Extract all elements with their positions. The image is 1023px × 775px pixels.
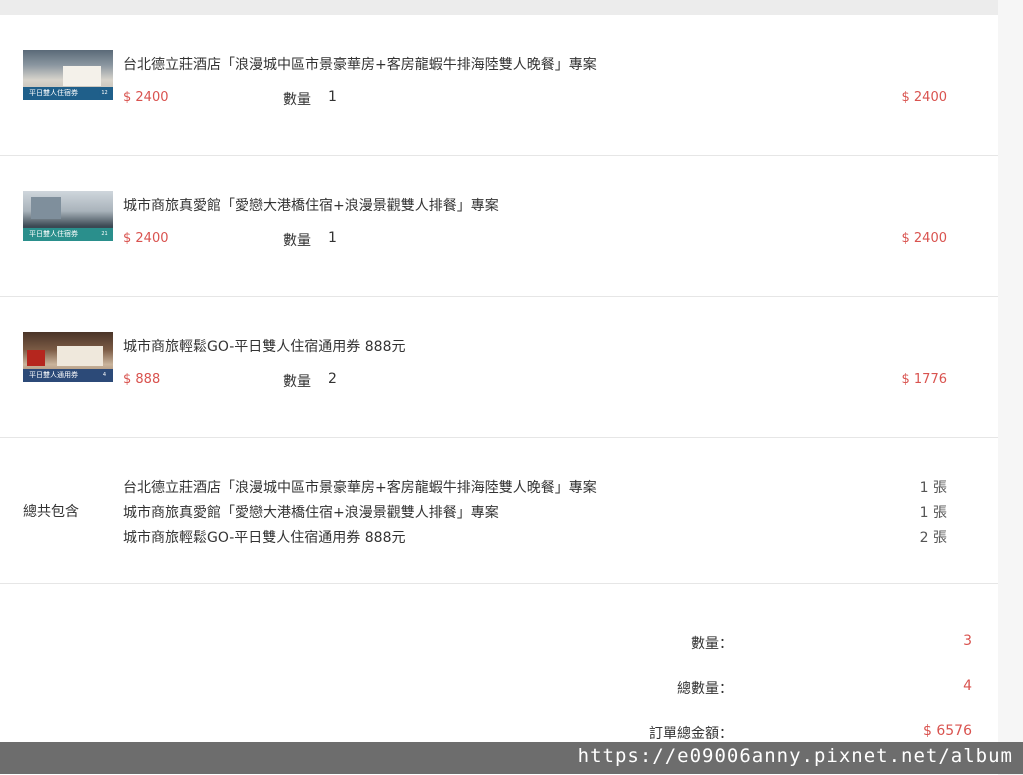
order-contents-summary: 總共包含 台北德立莊酒店「浪漫城中區市景豪華房+客房龍蝦牛排海陸雙人晚餐」專案 …: [0, 438, 998, 584]
quantity-value: 1: [328, 89, 337, 105]
total-quantity-value: 4: [963, 678, 972, 694]
right-scroll-area: [998, 0, 1023, 774]
cart-item: 平日雙人通用券 4 城市商旅輕鬆GO-平日雙人住宿通用券 888元 $ 888 …: [0, 297, 998, 438]
summary-item-name: 台北德立莊酒店「浪漫城中區市景豪華房+客房龍蝦牛排海陸雙人晚餐」專案: [123, 480, 597, 496]
product-title[interactable]: 城市商旅真愛館「愛戀大港橋住宿+浪漫景觀雙人排餐」專案: [123, 195, 499, 215]
cart-item: 平日雙人住宿券 12 台北德立莊酒店「浪漫城中區市景豪華房+客房龍蝦牛排海陸雙人…: [0, 15, 998, 156]
promo-tag: [27, 350, 45, 366]
item-subtotal: $ 1776: [901, 372, 948, 387]
quantity-label: 數量: [283, 92, 311, 108]
unit-price: $ 888: [123, 372, 161, 387]
product-title[interactable]: 台北德立莊酒店「浪漫城中區市景豪華房+客房龍蝦牛排海陸雙人晚餐」專案: [123, 54, 597, 74]
watermark-bar: https://e09006anny.pixnet.net/album: [0, 742, 1023, 774]
watermark-url: https://e09006anny.pixnet.net/album: [577, 745, 1013, 767]
unit-price: $ 2400: [123, 231, 169, 246]
order-amount-label: 訂單總金額：: [649, 726, 733, 742]
thumbnail-number: 4: [99, 371, 110, 380]
summary-item-count: 1 張: [919, 505, 947, 521]
quantity-label: 數量: [283, 374, 311, 390]
summary-label: 總共包含: [23, 504, 79, 520]
top-band: [0, 0, 998, 15]
thumbnail-number: 21: [99, 230, 110, 239]
item-subtotal: $ 2400: [901, 90, 948, 105]
order-amount-value: $ 6576: [923, 723, 972, 739]
quantity-total-value: 3: [963, 633, 972, 649]
product-title[interactable]: 城市商旅輕鬆GO-平日雙人住宿通用券 888元: [123, 336, 405, 356]
quantity-value: 1: [328, 230, 337, 246]
cart-item: 平日雙人住宿券 21 城市商旅真愛館「愛戀大港橋住宿+浪漫景觀雙人排餐」專案 $…: [0, 156, 998, 297]
unit-price: $ 2400: [123, 90, 169, 105]
quantity-label: 數量: [283, 233, 311, 249]
summary-item-name: 城市商旅輕鬆GO-平日雙人住宿通用券 888元: [123, 530, 406, 546]
quantity-value: 2: [328, 371, 337, 387]
quantity-total-label: 數量：: [691, 636, 733, 652]
product-thumbnail[interactable]: 平日雙人通用券 4: [23, 332, 113, 382]
summary-item-count: 1 張: [919, 480, 947, 496]
product-thumbnail[interactable]: 平日雙人住宿券 12: [23, 50, 113, 100]
summary-item-count: 2 張: [919, 530, 947, 546]
total-quantity-label: 總數量：: [677, 681, 733, 697]
summary-item-name: 城市商旅真愛館「愛戀大港橋住宿+浪漫景觀雙人排餐」專案: [123, 505, 499, 521]
item-subtotal: $ 2400: [901, 231, 948, 246]
product-thumbnail[interactable]: 平日雙人住宿券 21: [23, 191, 113, 241]
thumbnail-number: 12: [99, 89, 110, 98]
